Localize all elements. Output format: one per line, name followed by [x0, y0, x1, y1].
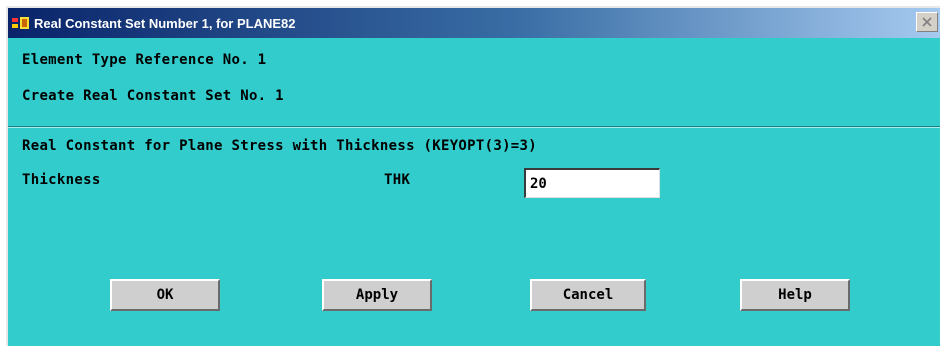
close-button[interactable]: [916, 12, 938, 32]
element-type-reference-label: Element Type Reference No. 1: [22, 52, 267, 68]
apply-button[interactable]: Apply: [322, 279, 432, 311]
real-constant-dialog: Real Constant Set Number 1, for PLANE82 …: [6, 6, 940, 346]
close-icon: [921, 13, 933, 32]
ok-button[interactable]: OK: [110, 279, 220, 311]
ansys-app-icon: [12, 16, 30, 30]
section-heading: Real Constant for Plane Stress with Thic…: [22, 138, 537, 154]
title-bar[interactable]: Real Constant Set Number 1, for PLANE82: [8, 8, 940, 38]
separator: [8, 126, 940, 128]
thickness-label: Thickness: [22, 172, 101, 188]
thickness-input[interactable]: [524, 168, 660, 198]
cancel-button[interactable]: Cancel: [530, 279, 646, 311]
thk-symbol-label: THK: [384, 172, 411, 188]
create-real-constant-set-label: Create Real Constant Set No. 1: [22, 88, 284, 104]
help-button[interactable]: Help: [740, 279, 850, 311]
dialog-title: Real Constant Set Number 1, for PLANE82: [34, 15, 296, 31]
